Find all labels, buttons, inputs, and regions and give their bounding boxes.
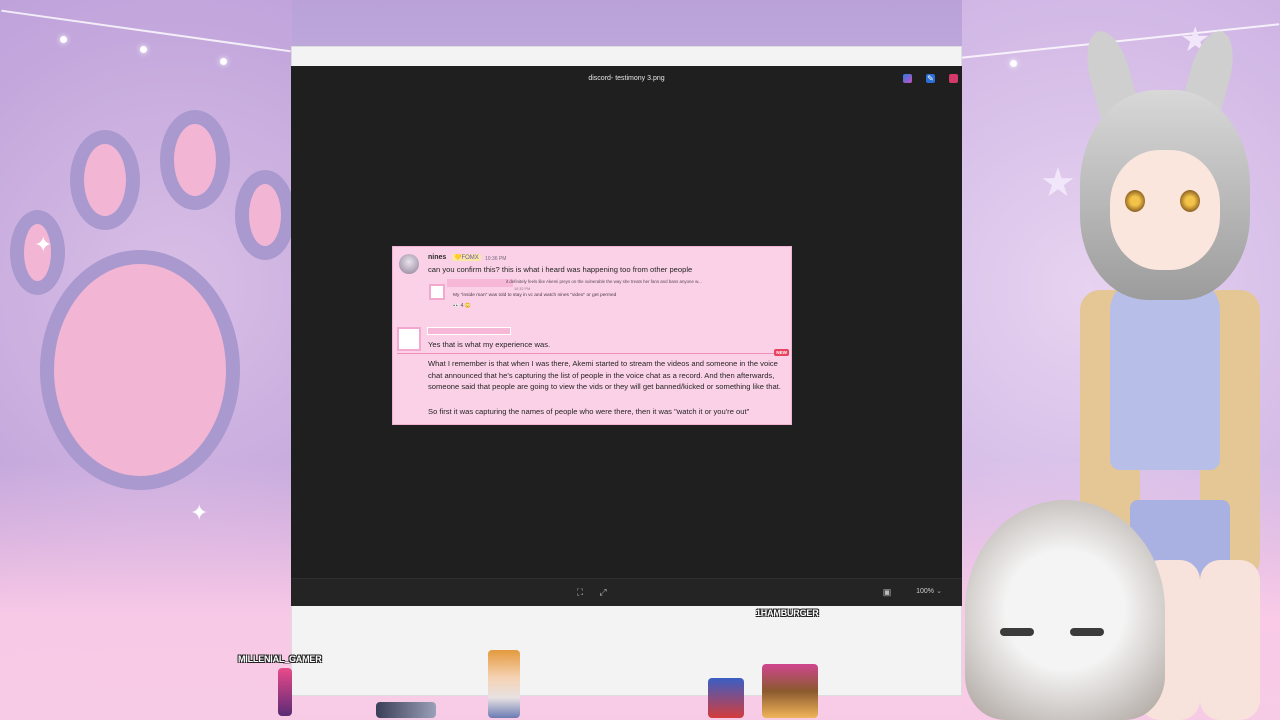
message-text-3: What I remember is that when I was there… [428,359,781,392]
character-top [1110,280,1220,470]
message-text-2: Yes that is what my experience was. [428,340,551,349]
viewer-name-right: 1HAMBURGER [756,608,819,618]
image-viewer: discord- testimony 3.png ✎ nines 💛FOMX 1… [291,66,962,606]
redacted-name [447,279,513,287]
discord-screenshot: nines 💛FOMX 10:36 PM can you confirm thi… [392,246,792,425]
light-bulb [220,58,227,65]
redacted-name-2 [427,327,511,335]
character-face [1110,150,1220,270]
sprite-character [708,678,744,718]
screen-icon[interactable]: ▣ [882,587,892,597]
redacted-avatar-2 [397,327,421,351]
quoted-time: 10:32 PM [514,287,531,291]
light-bulb [140,46,147,53]
viewer-title: discord- testimony 3.png [588,75,665,82]
redacted-avatar [429,284,445,300]
fullscreen-icon[interactable]: ⤢ [598,587,608,597]
sprite-character [278,668,292,716]
zoom-level[interactable]: 100% [916,588,934,595]
message-text: can you confirm this? this is what i hea… [428,265,693,274]
user-tag: 💛FOMX [452,254,481,261]
star-icon: ✦ [190,500,209,525]
character-leg [1200,560,1260,720]
sprite-car [376,702,436,718]
viewer-top-icons: ✎ [903,74,958,83]
wolf-mascot [965,500,1165,720]
message-text-4: So first it was capturing the names of p… [428,407,750,416]
avatar [399,254,419,274]
paw-decoration [40,250,240,490]
character-eye [1125,190,1145,212]
new-badge: NEW [774,349,789,356]
quoted-message-2: My "inside man" was told to stay in vc a… [453,293,617,298]
chevron-down-icon[interactable]: ⌄ [936,587,942,595]
fit-screen-icon[interactable]: ⛶ [575,587,585,597]
star-icon: ★ [1040,161,1076,205]
paw-decoration [235,170,295,260]
sprite-character [488,650,520,718]
wolf-eye [1070,628,1104,636]
paw-decoration [160,110,230,210]
edit-icon[interactable]: ✎ [926,74,935,83]
more-icon[interactable] [949,74,958,83]
username: nines [428,254,447,261]
character-eye [1180,190,1200,212]
copilot-icon[interactable] [903,74,912,83]
sprite-character [762,664,818,718]
light-bulb [60,36,67,43]
reactions: 👀 4 😳 [453,303,472,309]
viewer-bottom-bar: ⛶ ⤢ ▣ 100% ⌄ [291,578,962,606]
paw-decoration [70,130,140,230]
star-icon: ✦ [34,232,53,257]
message-time: 10:36 PM [485,256,507,262]
wolf-eye [1000,628,1034,636]
quoted-message: it definitely feels like Akemi preys on … [506,279,702,284]
light-bulb [1010,60,1017,67]
viewer-name-left: MILLENIAL_GAMER [238,654,322,664]
new-messages-divider [397,353,789,354]
